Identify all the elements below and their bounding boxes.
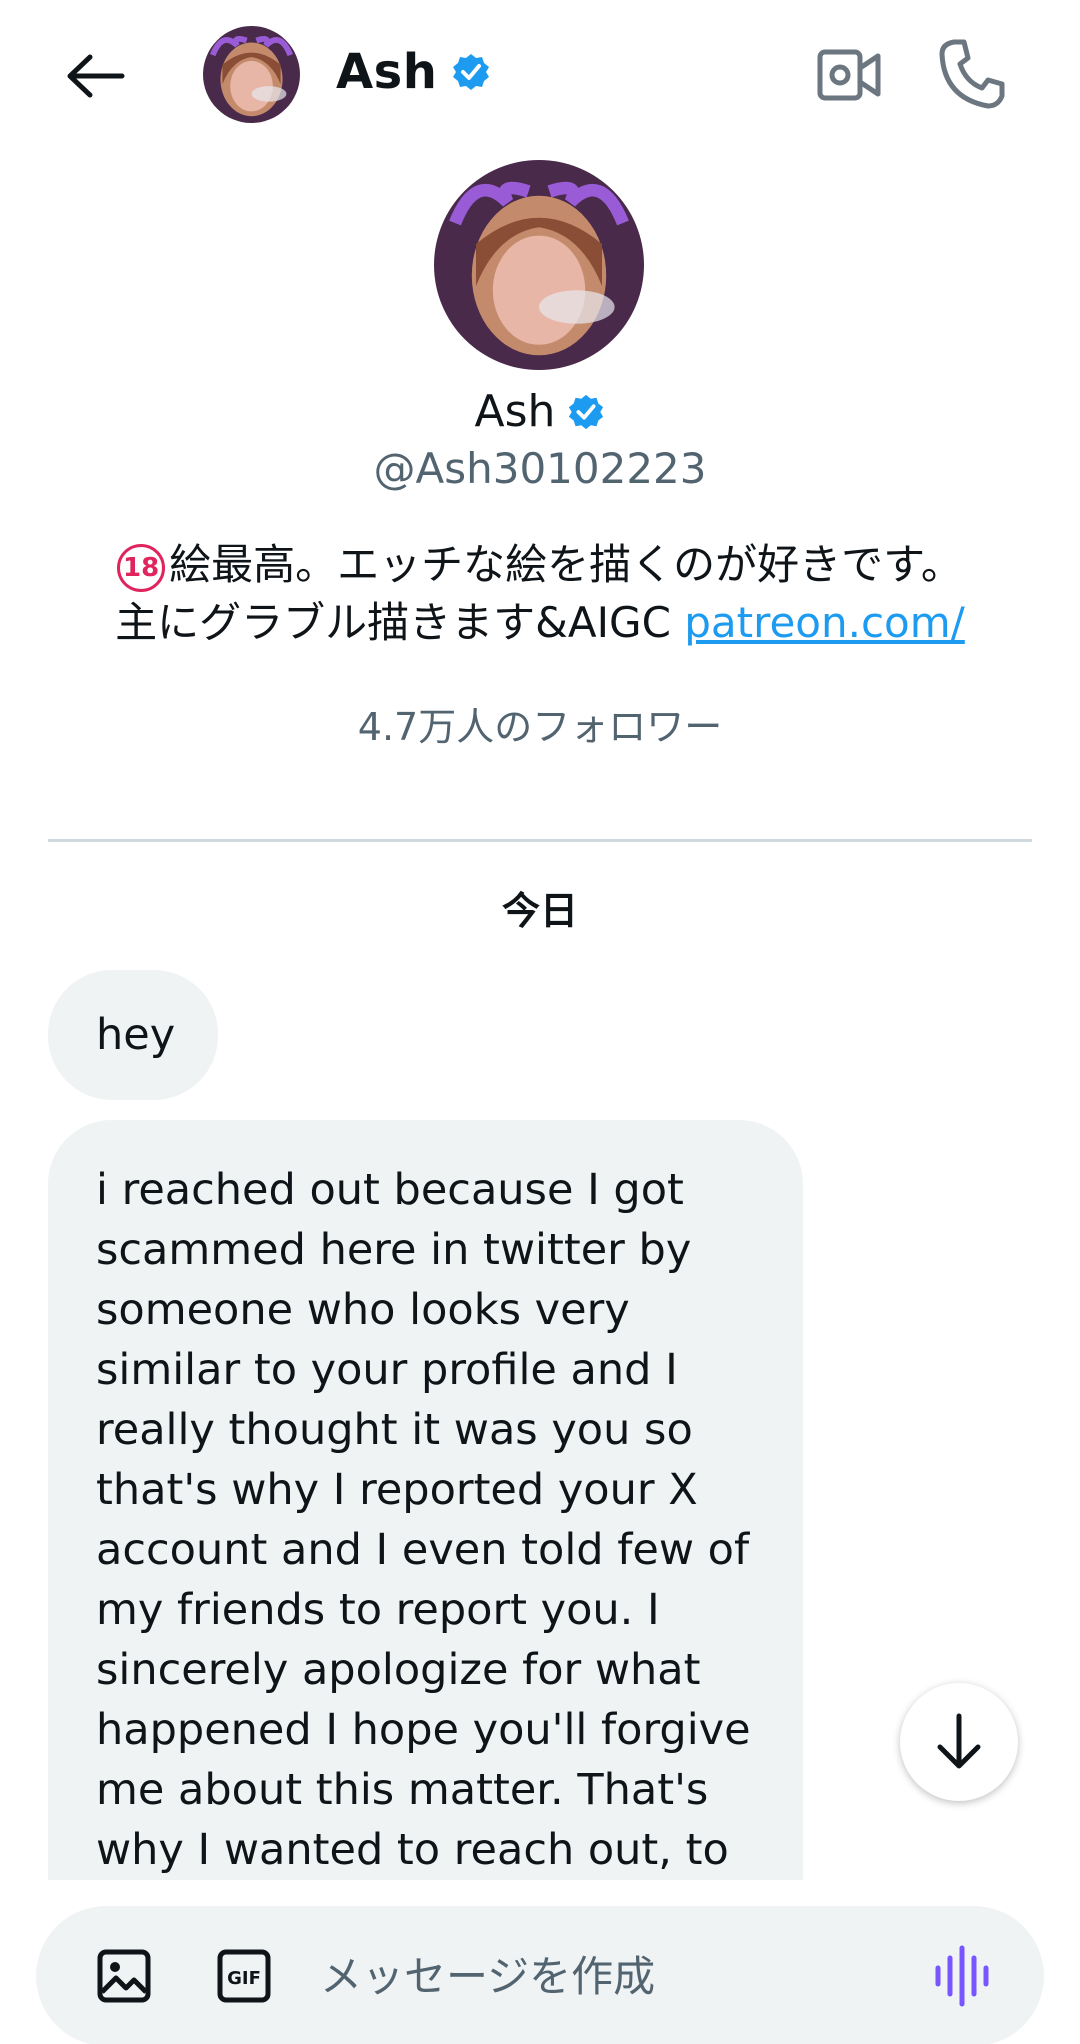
message-composer: GIF xyxy=(36,1906,1044,2044)
gif-icon: GIF xyxy=(217,1949,271,2003)
followers-count[interactable]: 4.7万人のフォロワー xyxy=(0,696,1080,751)
arrow-down-icon xyxy=(937,1713,981,1769)
verified-badge-icon xyxy=(453,54,490,90)
bio-line-1: 絵最高。エッチな絵を描くのが好きです。 xyxy=(169,540,963,589)
scroll-to-bottom-button[interactable] xyxy=(900,1683,1018,1801)
message-bubble[interactable]: hey xyxy=(48,970,218,1100)
header-name[interactable]: Ash xyxy=(336,44,491,100)
svg-text:GIF: GIF xyxy=(227,1968,261,1989)
profile-name-text: Ash xyxy=(474,386,556,437)
avatar-image xyxy=(434,160,644,370)
add-gif-button[interactable]: GIF xyxy=(216,1948,272,2004)
profile-name[interactable]: Ash xyxy=(0,386,1080,437)
video-camera-icon xyxy=(817,49,881,101)
divider xyxy=(48,839,1032,842)
message-input[interactable] xyxy=(320,1906,920,2044)
arrow-left-icon xyxy=(67,54,125,98)
image-icon xyxy=(97,1949,151,2003)
voice-waveform-icon xyxy=(935,1945,989,2007)
phone-icon xyxy=(939,39,1005,109)
bio-link[interactable]: patreon.com/ xyxy=(684,598,965,647)
conversation-header: Ash xyxy=(0,0,1080,150)
profile-handle[interactable]: @Ash30102223 xyxy=(0,444,1080,493)
video-call-button[interactable] xyxy=(816,44,882,106)
verified-badge-icon xyxy=(569,394,604,429)
add-media-button[interactable] xyxy=(96,1948,152,2004)
avatar-image xyxy=(203,26,300,123)
header-name-text: Ash xyxy=(336,44,438,100)
profile-avatar[interactable] xyxy=(434,160,644,370)
phone-call-button[interactable] xyxy=(938,38,1006,110)
date-separator: 今日 xyxy=(501,889,578,933)
message-bubble[interactable]: i reached out because I got scammed here… xyxy=(48,1120,803,1880)
back-button[interactable] xyxy=(60,40,132,112)
header-avatar[interactable] xyxy=(203,26,300,123)
profile-bio: 18 絵最高。エッチな絵を描くのが好きです。 主にグラブル描きます&AIGC pa… xyxy=(100,536,980,652)
bio-line-2: 主にグラブル描きます&AIGC xyxy=(115,598,685,647)
voice-message-button[interactable] xyxy=(932,1944,992,2008)
age-18-icon: 18 xyxy=(117,543,166,592)
